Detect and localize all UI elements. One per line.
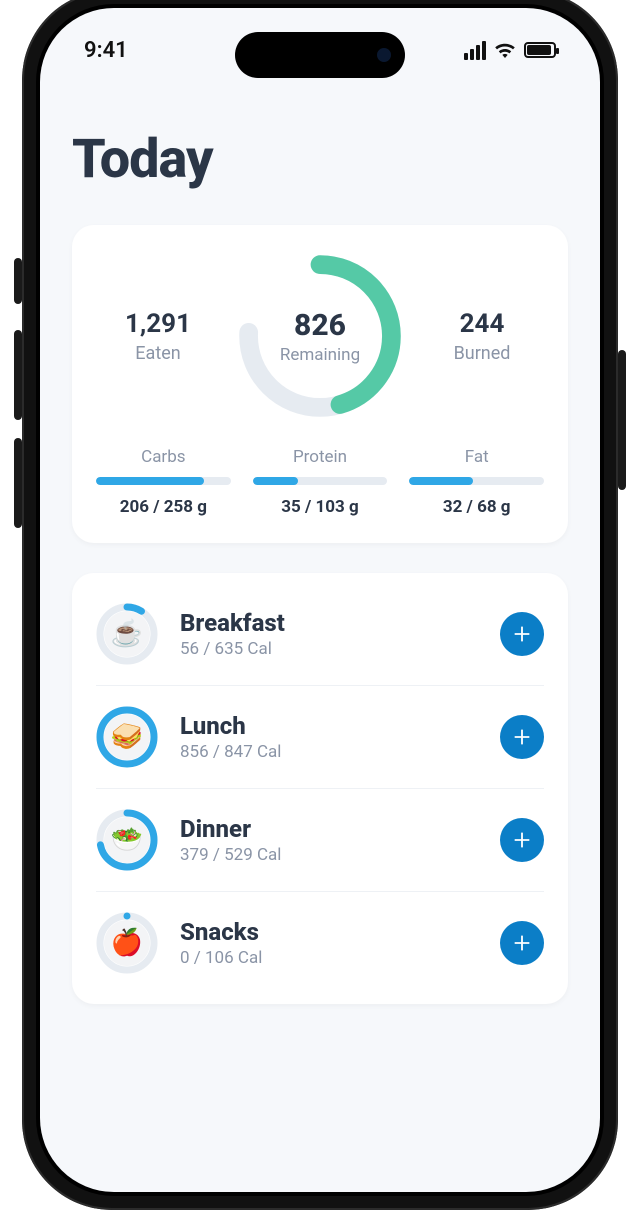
page-title: Today <box>72 128 568 191</box>
macro-value: 35 / 103 g <box>253 497 388 517</box>
status-bar: 9:41 <box>40 8 600 92</box>
macro-label: Carbs <box>96 447 231 467</box>
eaten-value: 1,291 <box>96 309 220 339</box>
add-food-button[interactable] <box>500 612 544 656</box>
food-icon: ☕ <box>104 611 150 657</box>
volume-up-button <box>14 330 22 420</box>
meal-row-snacks[interactable]: 🍎 Snacks0 / 106 Cal <box>96 892 544 994</box>
wifi-icon <box>494 42 516 58</box>
macro-bar <box>96 477 231 485</box>
summary-card: 1,291 Eaten 826 Rem <box>72 225 568 543</box>
meals-card: ☕ Breakfast56 / 635 Cal 🥪 Lunch856 / 847 Ca… <box>72 573 568 1004</box>
meal-progress-icon: 🥪 <box>96 706 158 768</box>
burned-label: Burned <box>420 343 544 364</box>
remaining-label: Remaining <box>280 345 360 365</box>
food-icon: 🥗 <box>104 817 150 863</box>
volume-down-button <box>14 438 22 528</box>
battery-icon <box>524 42 556 58</box>
add-food-button[interactable] <box>500 921 544 965</box>
meal-name: Dinner <box>180 815 500 843</box>
meal-row-dinner[interactable]: 🥗 Dinner379 / 529 Cal <box>96 789 544 892</box>
power-button <box>618 350 626 490</box>
status-time: 9:41 <box>84 38 128 63</box>
eaten-label: Eaten <box>96 343 220 364</box>
meal-row-breakfast[interactable]: ☕ Breakfast56 / 635 Cal <box>96 583 544 686</box>
screen: 9:41 Today 1,291 <box>40 8 600 1192</box>
meal-calories: 856 / 847 Cal <box>180 742 500 762</box>
meal-name: Breakfast <box>180 609 500 637</box>
meal-calories: 56 / 635 Cal <box>180 639 500 659</box>
eaten-stat: 1,291 Eaten <box>96 309 220 364</box>
food-icon: 🥪 <box>104 714 150 760</box>
meal-progress-icon: 🍎 <box>96 912 158 974</box>
macro-value: 32 / 68 g <box>409 497 544 517</box>
macro-label: Fat <box>409 447 544 467</box>
add-food-button[interactable] <box>500 818 544 862</box>
volume-mute-button <box>14 258 22 304</box>
burned-value: 244 <box>420 309 544 339</box>
add-food-button[interactable] <box>500 715 544 759</box>
meal-progress-icon: ☕ <box>96 603 158 665</box>
meal-row-lunch[interactable]: 🥪 Lunch856 / 847 Cal <box>96 686 544 789</box>
macro-bar <box>253 477 388 485</box>
macro-fat: Fat 32 / 68 g <box>409 447 544 517</box>
macro-bar <box>409 477 544 485</box>
cellular-icon <box>464 41 486 60</box>
meal-calories: 0 / 106 Cal <box>180 948 500 968</box>
remaining-gauge: 826 Remaining <box>230 251 410 421</box>
food-icon: 🍎 <box>104 920 150 966</box>
macro-carbs: Carbs 206 / 258 g <box>96 447 231 517</box>
burned-stat: 244 Burned <box>420 309 544 364</box>
meal-calories: 379 / 529 Cal <box>180 845 500 865</box>
meal-progress-icon: 🥗 <box>96 809 158 871</box>
phone-frame: 9:41 Today 1,291 <box>22 0 618 1210</box>
meal-name: Snacks <box>180 918 500 946</box>
macro-value: 206 / 258 g <box>96 497 231 517</box>
macro-label: Protein <box>253 447 388 467</box>
macro-protein: Protein 35 / 103 g <box>253 447 388 517</box>
remaining-value: 826 <box>294 308 346 343</box>
meal-name: Lunch <box>180 712 500 740</box>
